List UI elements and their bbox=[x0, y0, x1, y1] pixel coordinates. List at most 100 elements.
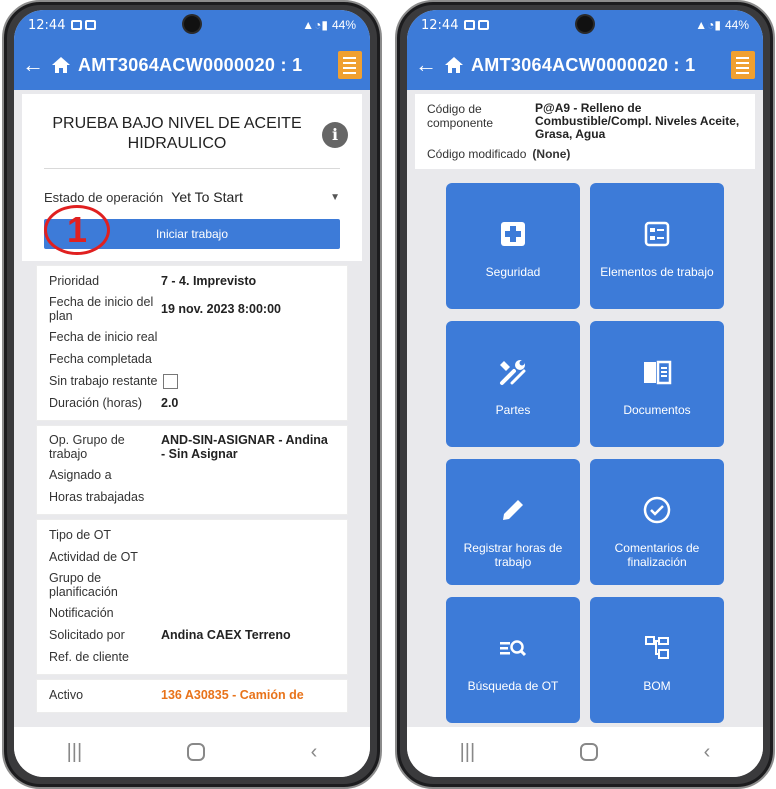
tile-label: Comentarios de finalización bbox=[614, 541, 700, 569]
home-nav-icon[interactable] bbox=[187, 743, 206, 761]
pencil-icon bbox=[500, 495, 526, 525]
front-camera bbox=[184, 16, 200, 32]
modified-code-label: Código modificado bbox=[427, 147, 527, 161]
tile-completion-comments[interactable]: Comentarios de finalización bbox=[590, 459, 724, 585]
field-label: Activo bbox=[49, 688, 84, 702]
left-phone: 12:44 ▲◔▮ 44% ← AMT3064ACW0000020 : 1 PRU… bbox=[2, 0, 382, 789]
field-hours-worked: Horas trabajadas bbox=[49, 486, 335, 508]
modified-code-row: Código modificado (None) bbox=[427, 147, 743, 161]
action-tiles: Seguridad Elementos de trabajo Partes Do… bbox=[407, 169, 763, 723]
field-planning-group: Grupo de planificación bbox=[49, 568, 335, 602]
field-value: 19 nov. 2023 8:00:00 bbox=[161, 302, 281, 316]
tile-documents[interactable]: Documentos bbox=[590, 321, 724, 447]
assignment-section: Op. Grupo de trabajo AND-SIN-ASIGNAR - An… bbox=[36, 425, 348, 515]
operation-state-label: Estado de operación bbox=[44, 189, 164, 205]
status-time: 12:44 bbox=[421, 17, 459, 33]
field-label: Sin trabajo restante bbox=[49, 374, 158, 388]
field-label: Grupo de planificación bbox=[49, 571, 118, 599]
planning-section: Prioridad 7 - 4. Imprevisto Fecha de inic… bbox=[36, 265, 348, 421]
order-section: Tipo de OT Actividad de OT Grupo de plan… bbox=[36, 519, 348, 675]
right-screen: 12:44 ▲◔▮ 44% ← AMT3064ACW0000020 : 1 Cód… bbox=[407, 10, 763, 777]
field-label: Horas trabajadas bbox=[49, 490, 145, 504]
notification-icons bbox=[464, 20, 490, 30]
signal-icon: ▲◔▮ bbox=[302, 18, 328, 32]
field-label: Asignado a bbox=[49, 468, 112, 482]
list-search-icon bbox=[498, 633, 528, 663]
signal-icon: ▲◔▮ bbox=[695, 18, 721, 32]
tile-work-items[interactable]: Elementos de trabajo bbox=[590, 183, 724, 309]
check-circle-icon bbox=[643, 495, 671, 525]
field-label: Fecha de inicio real bbox=[49, 330, 158, 344]
document-icon[interactable] bbox=[731, 51, 755, 79]
back-arrow-icon[interactable]: ← bbox=[22, 52, 52, 78]
info-icon[interactable]: i bbox=[322, 122, 348, 148]
recents-nav-icon[interactable]: ||| bbox=[460, 741, 476, 764]
back-arrow-icon[interactable]: ← bbox=[415, 52, 445, 78]
field-order-type: Tipo de OT bbox=[49, 524, 335, 546]
component-code-row: Código de componente P@A9 - Relleno de C… bbox=[427, 102, 743, 141]
field-value: AND-SIN-ASIGNAR - Andina - Sin Asignar bbox=[161, 433, 328, 461]
document-icon[interactable] bbox=[338, 51, 362, 79]
start-button-wrap: Iniciar trabajo 1 bbox=[22, 205, 362, 261]
field-asset[interactable]: Activo 136 A30835 - Camión de bbox=[49, 684, 335, 706]
home-icon[interactable] bbox=[445, 57, 471, 73]
status-time: 12:44 bbox=[28, 17, 66, 33]
modified-code-value: (None) bbox=[532, 147, 571, 161]
left-screen: 12:44 ▲◔▮ 44% ← AMT3064ACW0000020 : 1 PRU… bbox=[14, 10, 370, 777]
status-right: ▲◔▮ 44% bbox=[695, 18, 749, 32]
tile-label: Seguridad bbox=[485, 265, 541, 279]
field-priority: Prioridad 7 - 4. Imprevisto bbox=[49, 270, 335, 292]
tile-log-hours[interactable]: Registrar horas de trabajo bbox=[446, 459, 580, 585]
component-code-label: Código de componente bbox=[427, 102, 494, 130]
work-order-title: AMT3064ACW0000020 : 1 bbox=[78, 54, 303, 75]
chevron-down-icon: ▼ bbox=[330, 191, 340, 203]
field-label: Tipo de OT bbox=[49, 528, 112, 542]
front-camera bbox=[577, 16, 593, 32]
back-nav-icon[interactable]: ‹ bbox=[704, 741, 711, 764]
system-nav-bar: ||| ‹ bbox=[407, 727, 763, 777]
no-remaining-work-checkbox[interactable] bbox=[163, 373, 179, 389]
field-label: Prioridad bbox=[49, 274, 100, 288]
task-header: PRUEBA BAJO NIVEL DE ACEITE HIDRAULICO i bbox=[22, 94, 362, 168]
field-order-activity: Actividad de OT bbox=[49, 546, 335, 568]
field-label: Fecha de inicio del plan bbox=[49, 295, 154, 323]
status-right: ▲◔▮ 44% bbox=[302, 18, 356, 32]
tile-bom[interactable]: BOM bbox=[590, 597, 724, 723]
field-assigned-to: Asignado a bbox=[49, 464, 335, 486]
component-card: Código de componente P@A9 - Relleno de C… bbox=[415, 94, 755, 169]
asset-link[interactable]: 136 A30835 - Camión de bbox=[161, 688, 335, 702]
field-requested-by: Solicitado por Andina CAEX Terreno bbox=[49, 624, 335, 646]
tile-label: BOM bbox=[643, 679, 671, 693]
field-label: Ref. de cliente bbox=[49, 650, 129, 664]
field-value: Andina CAEX Terreno bbox=[161, 628, 291, 642]
tile-label: Búsqueda de OT bbox=[467, 679, 559, 693]
app-bar: ← AMT3064ACW0000020 : 1 bbox=[407, 40, 763, 90]
tools-icon bbox=[498, 357, 528, 387]
task-menu: Código de componente P@A9 - Relleno de C… bbox=[407, 90, 763, 727]
field-work-group: Op. Grupo de trabajo AND-SIN-ASIGNAR - An… bbox=[49, 430, 335, 464]
work-order-title: AMT3064ACW0000020 : 1 bbox=[471, 54, 696, 75]
tile-order-search[interactable]: Búsqueda de OT bbox=[446, 597, 580, 723]
field-label: Notificación bbox=[49, 606, 114, 620]
app-bar: ← AMT3064ACW0000020 : 1 bbox=[14, 40, 370, 90]
tile-parts[interactable]: Partes bbox=[446, 321, 580, 447]
home-icon[interactable] bbox=[52, 57, 78, 73]
hierarchy-icon bbox=[644, 633, 670, 663]
field-plan-start: Fecha de inicio del plan 19 nov. 2023 8:0… bbox=[49, 292, 335, 326]
tile-safety[interactable]: Seguridad bbox=[446, 183, 580, 309]
notification-icons bbox=[71, 20, 97, 30]
field-notification: Notificación bbox=[49, 602, 335, 624]
field-actual-start: Fecha de inicio real bbox=[49, 326, 335, 348]
home-nav-icon[interactable] bbox=[580, 743, 599, 761]
field-value: 2.0 bbox=[161, 396, 179, 410]
tile-label: Documentos bbox=[623, 403, 691, 417]
recents-nav-icon[interactable]: ||| bbox=[67, 741, 83, 764]
tile-label: Elementos de trabajo bbox=[600, 265, 714, 279]
back-nav-icon[interactable]: ‹ bbox=[311, 741, 318, 764]
battery-level: 44% bbox=[331, 18, 356, 32]
operation-state-value: Yet To Start bbox=[171, 189, 243, 205]
tile-label: Registrar horas de trabajo bbox=[463, 541, 563, 569]
book-icon bbox=[642, 357, 672, 387]
field-customer-ref: Ref. de cliente bbox=[49, 646, 335, 668]
tile-label: Partes bbox=[495, 403, 531, 417]
